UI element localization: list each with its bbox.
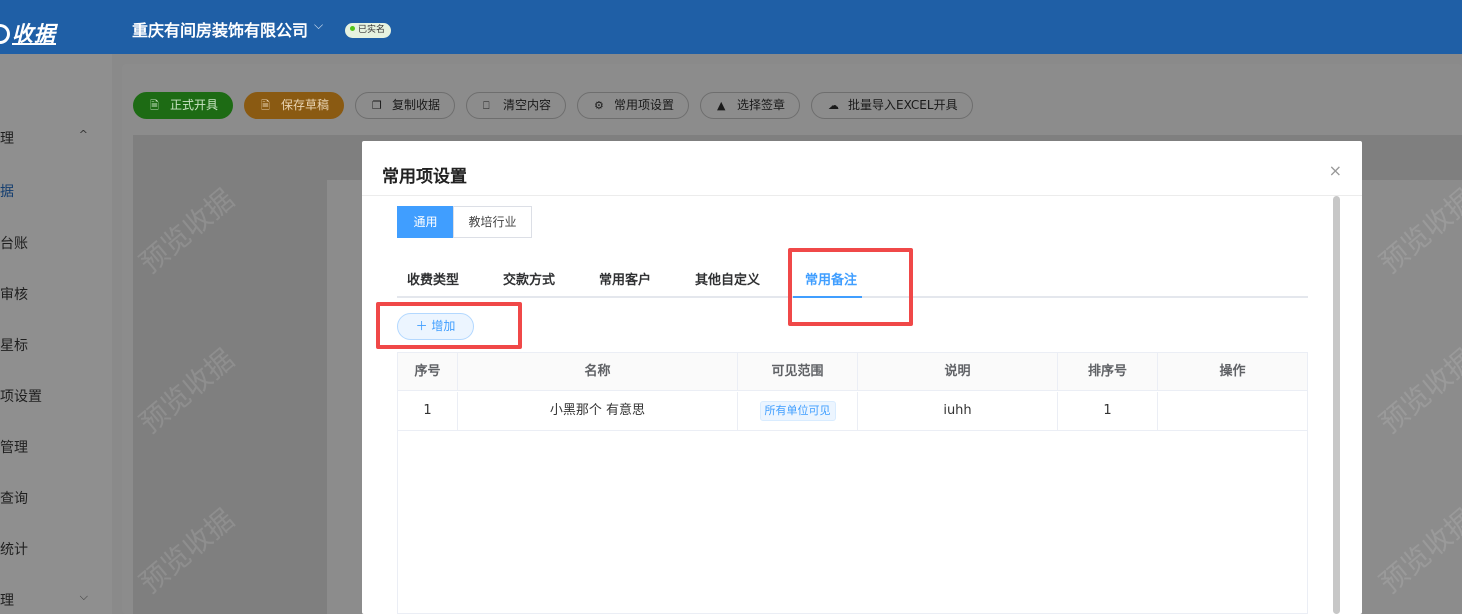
dialog-title: 常用项设置 <box>382 167 467 187</box>
cell-actions <box>1158 392 1307 430</box>
dialog-divider <box>362 195 1362 196</box>
column-header-order: 排序号 <box>1058 353 1158 391</box>
scope-tag: 所有单位可见 <box>759 400 836 421</box>
sidebar-item-label: 理 <box>0 131 14 147</box>
cell-scope: 所有单位可见 <box>738 392 858 430</box>
sidebar-item-review[interactable]: 审核 <box>0 284 112 314</box>
sidebar-item-label: 理 <box>0 593 14 609</box>
document-icon: 🗎 <box>261 99 270 112</box>
column-header-index: 序号 <box>398 353 458 391</box>
cell-description: iuhh <box>858 392 1058 430</box>
plus-icon: ＋ <box>415 319 428 333</box>
common-settings-button[interactable]: ⚙ 常用项设置 <box>577 92 690 119</box>
chevron-up-icon: ^ <box>78 128 88 141</box>
cell-name: 小黑那个 有意思 <box>458 392 738 430</box>
sidebar-item-label: 查询 <box>0 491 28 507</box>
eraser-icon: ⎕ <box>483 99 490 112</box>
status-dot-icon <box>350 26 355 31</box>
remarks-table: 序号 名称 可见范围 说明 排序号 操作 1 小黑那个 有意思 所有单位可见 i… <box>397 352 1308 614</box>
add-button[interactable]: ＋ 增加 <box>397 313 474 340</box>
column-header-name: 名称 <box>458 353 738 391</box>
cell-index: 1 <box>398 392 458 430</box>
sidebar-item-ledger[interactable]: 台账 <box>0 233 112 263</box>
tab-fee-types[interactable]: 收费类型 <box>407 269 459 288</box>
column-header-actions: 操作 <box>1219 364 1246 379</box>
save-draft-button[interactable]: 🗎 保存草稿 <box>244 92 345 119</box>
logo-mark-icon <box>0 24 10 44</box>
add-button-label: 增加 <box>431 319 456 333</box>
batch-import-excel-button[interactable]: ☁ 批量导入EXCEL开具 <box>811 92 973 119</box>
tab-payment-methods[interactable]: 交款方式 <box>503 269 555 288</box>
tab-common-remarks[interactable]: 常用备注 <box>805 269 857 288</box>
company-selector[interactable]: 重庆有间房装饰有限公司 <box>132 17 308 41</box>
dialog-scrollbar[interactable] <box>1333 196 1340 614</box>
sidebar-item-label: 台账 <box>0 236 28 252</box>
cloud-upload-icon: ☁ <box>828 99 839 112</box>
issue-receipt-button[interactable]: 🗎 正式开具 <box>133 92 234 119</box>
copy-icon: ❐ <box>372 99 382 112</box>
app-logo[interactable]: 收据 <box>0 18 56 48</box>
cell-order: 1 <box>1058 392 1158 430</box>
verified-badge-label: 已实名 <box>358 25 386 35</box>
gear-icon: ⚙ <box>594 99 604 112</box>
table-row[interactable]: 1 小黑那个 有意思 所有单位可见 iuhh 1 <box>398 392 1307 431</box>
copy-receipt-label: 复制收据 <box>392 98 441 112</box>
table-header: 序号 名称 可见范围 说明 排序号 操作 <box>398 353 1307 391</box>
sidebar-item-label: 管理 <box>0 440 28 456</box>
sidebar-item-group-2[interactable]: 理 ⌵ <box>0 590 112 614</box>
sidebar-item-starred[interactable]: 星标 <box>0 335 112 365</box>
sidebar-item-query[interactable]: 查询 <box>0 488 112 518</box>
clear-content-button[interactable]: ⎕ 清空内容 <box>466 92 567 119</box>
user-icon: ▲ <box>717 99 726 112</box>
close-icon[interactable]: × <box>1329 161 1342 180</box>
common-settings-label: 常用项设置 <box>614 98 675 112</box>
sidebar: 理 ^ 据 台账 审核 星标 项设置 管理 查询 统计 理 ⌵ <box>0 54 112 614</box>
sidebar-item-group-1[interactable]: 理 ^ <box>0 128 112 158</box>
batch-import-excel-label: 批量导入EXCEL开具 <box>848 98 958 112</box>
sidebar-item-label: 项设置 <box>0 389 42 405</box>
sidebar-item-label: 统计 <box>0 542 28 558</box>
tab-other-custom[interactable]: 其他自定义 <box>695 269 760 288</box>
copy-receipt-button[interactable]: ❐ 复制收据 <box>355 92 456 119</box>
sidebar-item-label: 星标 <box>0 338 28 354</box>
verified-badge: 已实名 <box>345 23 392 38</box>
column-header-description: 说明 <box>858 353 1058 391</box>
segment-general[interactable]: 通用 <box>397 206 454 238</box>
select-seal-label: 选择签章 <box>737 98 786 112</box>
sidebar-item-statistics[interactable]: 统计 <box>0 539 112 569</box>
top-bar: 收据 重庆有间房装饰有限公司 ⌵ 已实名 <box>0 0 1462 54</box>
segment-education[interactable]: 教培行业 <box>453 206 532 238</box>
sidebar-item-label: 审核 <box>0 287 28 303</box>
sidebar-item-label: 据 <box>0 184 14 200</box>
chevron-down-icon[interactable]: ⌵ <box>314 18 323 33</box>
save-draft-label: 保存草稿 <box>281 98 330 112</box>
tab-common-customers[interactable]: 常用客户 <box>599 269 651 288</box>
common-settings-dialog: 常用项设置 × 通用 教培行业 收费类型 交款方式 常用客户 其他自定义 常用备… <box>362 141 1362 614</box>
select-seal-button[interactable]: ▲ 选择签章 <box>700 92 801 119</box>
logo-text: 收据 <box>12 22 56 46</box>
sidebar-item-settings[interactable]: 项设置 <box>0 386 112 416</box>
issue-receipt-label: 正式开具 <box>170 98 219 112</box>
clear-content-label: 清空内容 <box>503 98 552 112</box>
document-icon: 🗎 <box>150 99 159 112</box>
sidebar-item-receipt[interactable]: 据 <box>0 181 112 211</box>
column-header-scope: 可见范围 <box>738 353 858 391</box>
active-tab-indicator <box>793 296 862 298</box>
chevron-down-icon: ⌵ <box>79 590 88 603</box>
sidebar-item-management[interactable]: 管理 <box>0 437 112 467</box>
